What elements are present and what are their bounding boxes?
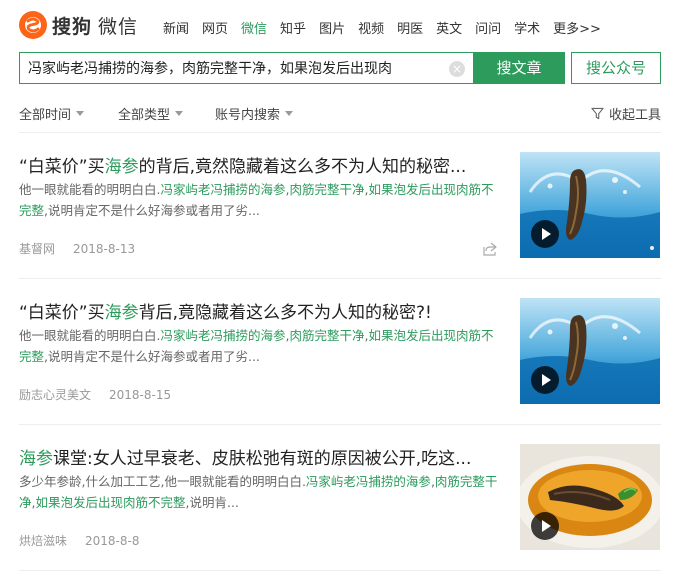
snippet-text: 他一眼就能看的明明白白. — [19, 182, 161, 197]
search-accounts-button[interactable]: 搜公众号 — [571, 52, 661, 84]
sogou-logo[interactable]: 搜狗 微信 — [18, 10, 138, 40]
snippet-keyword: 肉筋完整干净 — [289, 328, 365, 343]
filter-time-label: 全部时间 — [19, 108, 72, 123]
sogou-logo-icon — [19, 11, 47, 39]
filter-account[interactable]: 账号内搜索 — [215, 104, 294, 123]
title-keyword: 海参 — [104, 303, 139, 323]
caret-down-icon — [285, 111, 294, 116]
nav-item-6[interactable]: 明医 — [397, 18, 423, 37]
result-source[interactable]: 基督网 — [19, 242, 55, 256]
logo-brand: 搜狗 — [52, 15, 93, 38]
funnel-icon — [591, 107, 604, 120]
caret-down-icon — [175, 111, 184, 116]
play-icon[interactable] — [531, 366, 559, 394]
result-date: 2018-8-8 — [85, 534, 140, 548]
title-text: “白菜价”买 — [19, 303, 105, 323]
result-snippet: 他一眼就能看的明明白白.冯家屿老冯捕捞的海参,肉筋完整干净,如果泡发后出现肉筋不… — [19, 325, 499, 367]
snippet-text: 他一眼就能看的明明白白. — [19, 328, 161, 343]
result-title[interactable]: “白菜价”买海参的背后,竟然隐藏着这么多不为人知的秘密... — [19, 152, 499, 177]
result-thumbnail[interactable] — [520, 152, 660, 258]
filter-time[interactable]: 全部时间 — [19, 104, 85, 123]
caret-down-icon — [76, 111, 85, 116]
snippet-keyword: 如果泡发后出现肉筋不完整 — [35, 495, 186, 510]
collapse-tools-label: 收起工具 — [608, 108, 661, 123]
result-source[interactable]: 励志心灵美文 — [19, 388, 91, 402]
result-date: 2018-8-13 — [73, 242, 136, 256]
divider — [19, 132, 661, 133]
filter-type[interactable]: 全部类型 — [118, 104, 184, 123]
result-item: “白菜价”买海参的背后,竟然隐藏着这么多不为人知的秘密... 他一眼就能看的明明… — [19, 152, 661, 262]
result-title[interactable]: 海参课堂:女人过早衰老、皮肤松弛有斑的原因被公开,吃这... — [19, 444, 499, 469]
result-snippet: 多少年参龄,什么加工工艺,他一眼就能看的明明白白.冯家屿老冯捕捞的海参,肉筋完整… — [19, 471, 499, 513]
filter-account-label: 账号内搜索 — [215, 108, 281, 123]
title-text: “白菜价”买 — [19, 157, 105, 177]
filter-type-label: 全部类型 — [118, 108, 171, 123]
nav-item-4[interactable]: 图片 — [319, 18, 345, 37]
play-icon[interactable] — [531, 220, 559, 248]
collapse-tools-button[interactable]: 收起工具 — [591, 104, 661, 123]
nav-item-1[interactable]: 网页 — [202, 18, 228, 37]
snippet-keyword: 冯家屿老冯捕捞的海参 — [305, 474, 431, 489]
nav-item-0[interactable]: 新闻 — [163, 18, 189, 37]
nav-item-10[interactable]: 更多>> — [553, 18, 601, 37]
search-input[interactable] — [28, 53, 446, 83]
result-meta: 基督网 2018-8-13 — [19, 240, 135, 257]
result-item: 海参课堂:女人过早衰老、皮肤松弛有斑的原因被公开,吃这... 多少年参龄,什么加… — [19, 444, 661, 554]
channel-nav: 新闻 网页 微信 知乎 图片 视频 明医 英文 问问 学术 更多>> — [163, 18, 614, 37]
divider — [19, 570, 661, 571]
filter-bar: 全部时间 全部类型 账号内搜索 收起工具 — [19, 104, 661, 123]
logo-product: 微信 — [98, 15, 139, 38]
result-meta: 烘焙滋味 2018-8-8 — [19, 532, 139, 549]
snippet-text: ,说明肯定不是什么好海参或者用了劣... — [44, 349, 260, 364]
result-date: 2018-8-15 — [109, 388, 172, 402]
result-thumbnail[interactable] — [520, 444, 660, 550]
top-bar: 搜狗 微信 新闻 网页 微信 知乎 图片 视频 明医 英文 问问 学术 更多>> — [0, 0, 687, 50]
title-text: 背后,竟隐藏着这么多不为人知的秘密?! — [138, 303, 432, 323]
play-icon[interactable] — [531, 512, 559, 540]
nav-item-8[interactable]: 问问 — [475, 18, 501, 37]
result-item: “白菜价”买海参背后,竟隐藏着这么多不为人知的秘密?! 他一眼就能看的明明白白.… — [19, 298, 661, 408]
snippet-keyword: 冯家屿老冯捕捞的海参 — [160, 328, 286, 343]
snippet-text: 多少年参龄,什么加工工艺,他一眼就能看的明明白白. — [19, 474, 306, 489]
result-thumbnail[interactable] — [520, 298, 660, 404]
search-articles-button[interactable]: 搜文章 — [473, 52, 565, 84]
title-text: 的背后,竟然隐藏着这么多不为人知的秘密... — [138, 157, 467, 177]
nav-item-5[interactable]: 视频 — [358, 18, 384, 37]
result-meta: 励志心灵美文 2018-8-15 — [19, 386, 171, 403]
divider — [19, 424, 661, 425]
result-snippet: 他一眼就能看的明明白白.冯家屿老冯捕捞的海参,肉筋完整干净,如果泡发后出现肉筋不… — [19, 179, 499, 221]
nav-item-9[interactable]: 学术 — [514, 18, 540, 37]
result-source[interactable]: 烘焙滋味 — [19, 534, 67, 548]
clear-icon[interactable]: × — [449, 61, 465, 77]
snippet-keyword: 肉筋完整干净 — [289, 182, 365, 197]
snippet-keyword: 冯家屿老冯捕捞的海参 — [160, 182, 286, 197]
share-icon[interactable] — [482, 241, 498, 257]
divider — [19, 278, 661, 279]
title-keyword: 海参 — [19, 449, 53, 469]
snippet-text: ,说明肯定不是什么好海参或者用了劣... — [44, 203, 260, 218]
search-box: × — [19, 52, 473, 84]
nav-item-7[interactable]: 英文 — [436, 18, 462, 37]
title-keyword: 海参 — [104, 157, 139, 177]
nav-item-2[interactable]: 微信 — [241, 18, 267, 37]
nav-item-3[interactable]: 知乎 — [280, 18, 306, 37]
snippet-text: ,说明肯... — [185, 495, 239, 510]
title-text: 课堂:女人过早衰老、皮肤松弛有斑的原因被公开,吃这... — [53, 449, 472, 469]
result-title[interactable]: “白菜价”买海参背后,竟隐藏着这么多不为人知的秘密?! — [19, 298, 499, 323]
